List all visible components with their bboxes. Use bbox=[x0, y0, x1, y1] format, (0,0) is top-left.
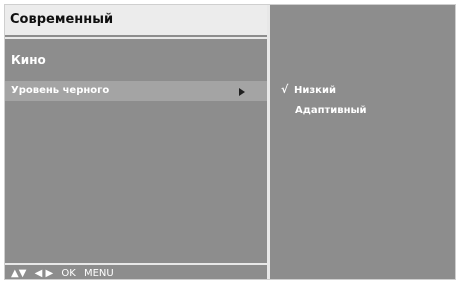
ok-hint: OK bbox=[61, 268, 76, 279]
menu-title: Современный bbox=[5, 5, 267, 35]
osd-menu: Современный Кино Уровень черного ▲▼ ◀ ▶ … bbox=[4, 4, 456, 280]
menu-item-cinema[interactable]: Кино bbox=[5, 53, 267, 67]
up-down-arrows-icon: ▲▼ bbox=[11, 268, 27, 279]
option-low-label: Низкий bbox=[294, 85, 336, 96]
option-adaptive[interactable]: Адаптивный bbox=[295, 105, 367, 116]
title-divider bbox=[5, 37, 267, 39]
check-icon: √ bbox=[281, 83, 289, 96]
nav-hints: ▲▼ ◀ ▶ OK MENU bbox=[5, 267, 267, 281]
option-low[interactable]: √ Низкий bbox=[281, 83, 336, 96]
menu-item-black-level[interactable]: Уровень черного bbox=[5, 81, 267, 101]
main-menu-panel: Современный Кино Уровень черного ▲▼ ◀ ▶ … bbox=[5, 5, 267, 279]
menu-hint: MENU bbox=[83, 268, 114, 279]
left-right-arrows-icon: ◀ ▶ bbox=[34, 268, 54, 279]
footer-divider bbox=[5, 263, 267, 265]
menu-item-label: Уровень черного bbox=[11, 85, 110, 96]
arrow-right-icon bbox=[239, 88, 245, 96]
submenu-panel: √ Низкий Адаптивный bbox=[270, 5, 455, 279]
